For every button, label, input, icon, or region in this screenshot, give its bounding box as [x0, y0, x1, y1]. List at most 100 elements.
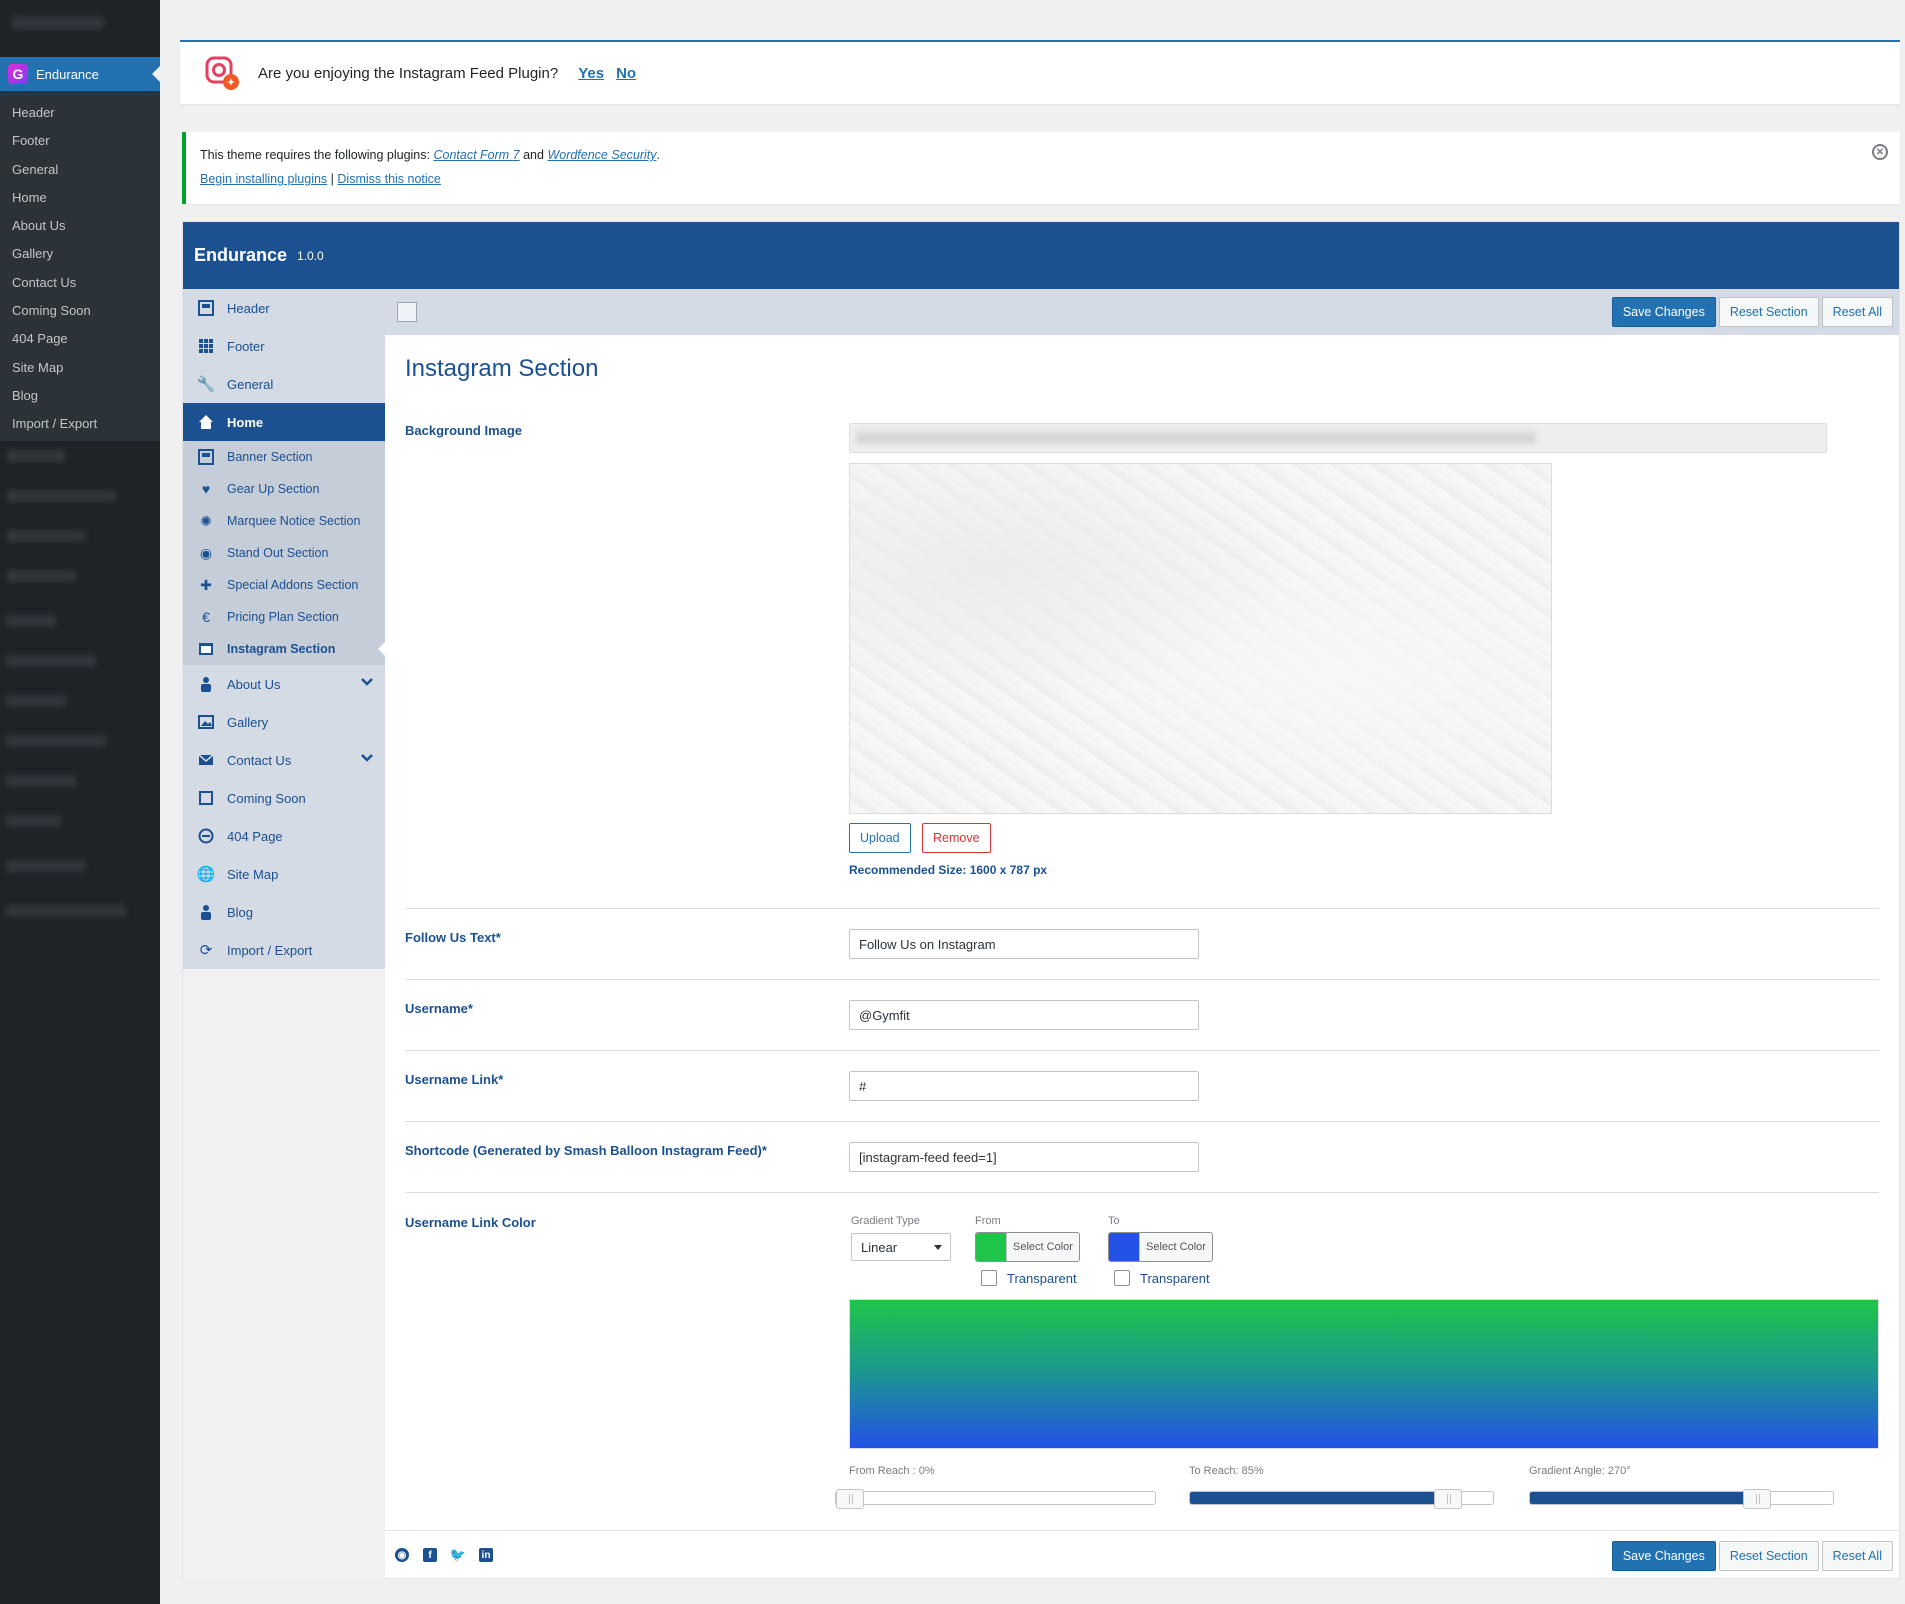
- username-label: Username*: [405, 1001, 473, 1016]
- expand-options-icon[interactable]: [397, 302, 417, 322]
- euro-icon: €: [202, 609, 210, 625]
- username-input[interactable]: @Gymfit: [849, 1000, 1199, 1030]
- nav-404-page[interactable]: 404 Page: [183, 817, 385, 855]
- reset-all-button[interactable]: Reset All: [1821, 297, 1893, 327]
- nav-gear-up-section[interactable]: ♥ Gear Up Section: [183, 473, 385, 505]
- shortcode-row: Shortcode (Generated by Smash Balloon In…: [405, 1122, 1879, 1193]
- nav-header[interactable]: Header: [183, 289, 385, 327]
- remove-button[interactable]: Remove: [922, 823, 991, 853]
- nav-import-export[interactable]: ⟳ Import / Export: [183, 931, 385, 969]
- svg-text:✦: ✦: [226, 76, 235, 89]
- username-row: Username* @Gymfit: [405, 980, 1879, 1051]
- to-color-label: To: [1108, 1215, 1120, 1227]
- puzzle-icon: ✚: [200, 576, 212, 593]
- to-reach-slider[interactable]: [1189, 1489, 1494, 1509]
- redux-logo-icon[interactable]: ◉: [395, 1548, 409, 1562]
- instagram-feedback-notice: ✦ Are you enjoying the Instagram Feed Pl…: [180, 40, 1900, 104]
- nav-gallery[interactable]: Gallery: [183, 703, 385, 741]
- slider-handle[interactable]: [1743, 1489, 1772, 1509]
- to-reach-label: To Reach: 85%: [1189, 1465, 1264, 1477]
- slider-handle[interactable]: [1433, 1489, 1462, 1509]
- background-image-url-field[interactable]: [849, 423, 1827, 453]
- notice-question: Are you enjoying the Instagram Feed Plug…: [258, 64, 559, 82]
- admin-menu-endurance-label: Endurance: [36, 66, 99, 82]
- reset-section-button[interactable]: Reset Section: [1718, 1541, 1819, 1571]
- admin-submenu-item[interactable]: Footer: [0, 127, 160, 155]
- to-transparent-checkbox[interactable]: Transparent: [1114, 1270, 1210, 1286]
- admin-submenu: Header Footer General Home About Us Gall…: [0, 91, 160, 441]
- wordfence-link[interactable]: Wordfence Security: [547, 148, 656, 162]
- gradient-angle-slider[interactable]: [1529, 1489, 1834, 1509]
- panel-title: Endurance: [194, 245, 288, 265]
- admin-submenu-item[interactable]: Coming Soon: [0, 297, 160, 325]
- options-toolbar: Save Changes Reset Section Reset All: [385, 289, 1899, 335]
- username-link-color-label: Username Link Color: [405, 1215, 536, 1230]
- admin-submenu-item[interactable]: Gallery: [0, 240, 160, 268]
- from-reach-slider[interactable]: [835, 1489, 1156, 1509]
- facebook-icon[interactable]: f: [423, 1548, 437, 1562]
- contact-form-7-link[interactable]: Contact Form 7: [433, 148, 519, 162]
- reset-section-button[interactable]: Reset Section: [1718, 297, 1819, 327]
- follow-text-label: Follow Us Text*: [405, 930, 501, 945]
- linkedin-icon[interactable]: in: [479, 1548, 493, 1562]
- follow-text-input[interactable]: Follow Us on Instagram: [849, 929, 1199, 959]
- nav-instagram-section[interactable]: Instagram Section: [183, 633, 385, 665]
- notice-yes-link[interactable]: Yes: [578, 65, 604, 82]
- admin-submenu-item[interactable]: 404 Page: [0, 325, 160, 353]
- username-link-color-row: Username Link Color Gradient Type Linear…: [405, 1193, 1879, 1530]
- required-plugins-notice: This theme requires the following plugin…: [182, 132, 1900, 204]
- nav-footer[interactable]: Footer: [183, 327, 385, 365]
- notice-no-link[interactable]: No: [616, 65, 636, 82]
- to-color-picker[interactable]: Select Color: [1108, 1232, 1213, 1262]
- gradient-angle-label: Gradient Angle: 270°: [1529, 1465, 1631, 1477]
- admin-menu-endurance[interactable]: G Endurance: [0, 57, 160, 91]
- close-icon[interactable]: ✕: [1872, 144, 1888, 160]
- admin-submenu-item[interactable]: Blog: [0, 382, 160, 410]
- nav-pricing-plan-section[interactable]: € Pricing Plan Section: [183, 601, 385, 633]
- nav-home[interactable]: Home: [183, 403, 385, 441]
- reset-all-button[interactable]: Reset All: [1821, 1541, 1893, 1571]
- nav-blog[interactable]: Blog: [183, 893, 385, 931]
- admin-submenu-item[interactable]: Site Map: [0, 354, 160, 382]
- admin-submenu-item[interactable]: About Us: [0, 212, 160, 240]
- nav-stand-out-section[interactable]: ◉ Stand Out Section: [183, 537, 385, 569]
- from-color-label: From: [975, 1215, 1001, 1227]
- dismiss-notice-link[interactable]: Dismiss this notice: [337, 172, 441, 186]
- save-changes-button[interactable]: Save Changes: [1611, 297, 1716, 327]
- from-reach-label: From Reach : 0%: [849, 1465, 935, 1477]
- upload-button[interactable]: Upload: [849, 823, 911, 853]
- top-button-row: Save Changes Reset Section Reset All: [1611, 297, 1893, 327]
- username-link-input[interactable]: #: [849, 1071, 1199, 1101]
- chevron-down-icon[interactable]: [361, 676, 373, 691]
- nav-site-map[interactable]: 🌐 Site Map: [183, 855, 385, 893]
- heart-icon: ♥: [201, 481, 211, 497]
- slider-handle[interactable]: [836, 1489, 864, 1509]
- admin-submenu-item[interactable]: Import / Export: [0, 410, 160, 438]
- nav-general[interactable]: 🔧 General: [183, 365, 385, 403]
- from-color-picker[interactable]: Select Color: [975, 1232, 1080, 1262]
- layout-icon: [197, 448, 215, 466]
- admin-submenu-item[interactable]: Contact Us: [0, 269, 160, 297]
- nav-contact-us[interactable]: Contact Us: [183, 741, 385, 779]
- gradient-type-select[interactable]: Linear: [851, 1233, 951, 1261]
- admin-submenu-item[interactable]: Home: [0, 184, 160, 212]
- shortcode-label: Shortcode (Generated by Smash Balloon In…: [405, 1143, 767, 1158]
- chevron-down-icon[interactable]: [361, 752, 373, 767]
- begin-installing-link[interactable]: Begin installing plugins: [200, 172, 327, 186]
- nav-about-us[interactable]: About Us: [183, 665, 385, 703]
- notice-text: This theme requires the following plugin…: [200, 148, 660, 162]
- shortcode-input[interactable]: [instagram-feed feed=1]: [849, 1142, 1199, 1172]
- background-image-row: Background Image Upload Remove Recommend…: [405, 423, 1879, 909]
- save-changes-button[interactable]: Save Changes: [1611, 1541, 1716, 1571]
- lightbulb-icon: ✺: [200, 512, 212, 529]
- nav-marquee-section[interactable]: ✺ Marquee Notice Section: [183, 505, 385, 537]
- nav-special-addons-section[interactable]: ✚ Special Addons Section: [183, 569, 385, 601]
- twitter-icon[interactable]: 🐦: [450, 1547, 466, 1562]
- admin-submenu-item[interactable]: Header: [0, 99, 160, 127]
- nav-coming-soon[interactable]: Coming Soon: [183, 779, 385, 817]
- bottom-button-row: Save Changes Reset Section Reset All: [1611, 1541, 1893, 1571]
- to-reach-value: 85%: [1241, 1465, 1264, 1477]
- from-transparent-checkbox[interactable]: Transparent: [981, 1270, 1077, 1286]
- admin-submenu-item[interactable]: General: [0, 156, 160, 184]
- nav-banner-section[interactable]: Banner Section: [183, 441, 385, 473]
